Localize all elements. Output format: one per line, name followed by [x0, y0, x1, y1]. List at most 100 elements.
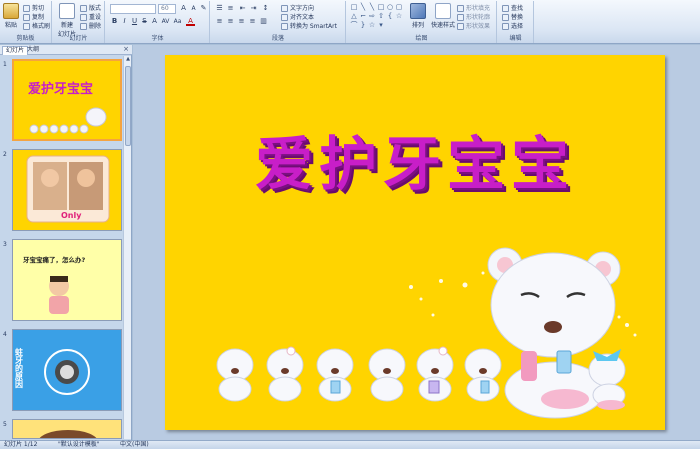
copy-button[interactable]: 复制	[23, 12, 44, 21]
editing-group: 查找 替换 选择 编辑	[498, 1, 534, 43]
more-shapes-icon[interactable]: ▾	[377, 21, 385, 29]
smartart-button[interactable]: 转换为 SmartArt	[281, 21, 337, 30]
change-case-button[interactable]: Aa	[173, 17, 182, 26]
corner-shape-icon[interactable]: ⌐	[359, 12, 367, 20]
bullets-icon[interactable]: ☰	[215, 4, 224, 13]
close-panel-icon[interactable]: ×	[123, 45, 129, 53]
columns-icon[interactable]: ▥	[259, 17, 268, 26]
slide-number: 3	[3, 241, 7, 248]
quick-styles-button[interactable]: 快速样式	[430, 3, 456, 29]
grow-font-button[interactable]: A	[179, 4, 188, 13]
font-name-combo[interactable]	[110, 4, 156, 14]
slide-4-preview: 蛀牙的原因	[15, 347, 90, 395]
slide-number: 1	[3, 61, 7, 68]
font-label: 字体	[151, 35, 164, 42]
brace-shape-icon[interactable]: {	[386, 12, 394, 20]
arrow-shape-icon[interactable]: ⇧	[377, 12, 385, 20]
triangle-shape-icon[interactable]: △	[350, 12, 358, 20]
brush-icon	[23, 23, 30, 30]
slide-thumbnail-4[interactable]: 蛀牙的原因	[12, 329, 122, 411]
slide-thumbnail-3[interactable]: 牙宝宝痛了，怎么办?	[12, 239, 122, 321]
clipboard-group: 粘贴 剪切 复制 格式刷 剪贴板	[0, 1, 52, 43]
paste-button[interactable]: 粘贴	[2, 3, 20, 29]
panel-scrollbar[interactable]: ▲	[123, 56, 131, 439]
arrange-button[interactable]: 排列	[408, 3, 428, 29]
shape-fill-button[interactable]: 形状填充	[457, 3, 490, 12]
rectangle-shape-icon[interactable]: □	[350, 3, 358, 11]
svg-text:Only: Only	[61, 211, 82, 220]
reset-button[interactable]: 重设	[80, 12, 101, 21]
curve-shape-icon[interactable]: ⌒	[350, 21, 358, 29]
scissors-icon	[23, 5, 30, 12]
justify-icon[interactable]: ≡	[248, 17, 257, 26]
shape-effects-button[interactable]: 形状效果	[457, 21, 490, 30]
shadow-button[interactable]: A	[150, 17, 159, 26]
slide-number: 5	[3, 421, 7, 428]
layout-button[interactable]: 版式	[80, 3, 101, 12]
thumb-title: 爱护牙宝宝	[28, 81, 93, 97]
strikethrough-button[interactable]: S	[140, 17, 149, 26]
underline-button[interactable]: U	[130, 17, 139, 26]
slide-thumbnail-2[interactable]: Only	[12, 149, 122, 231]
line-spacing-icon[interactable]: ↕	[261, 4, 270, 13]
numbering-icon[interactable]: ≡	[226, 4, 235, 13]
find-button[interactable]: 查找	[502, 3, 523, 12]
tab-outline[interactable]: 大纲	[24, 46, 42, 55]
slides-group: 新建 幻灯片 版式 重设 删除 幻灯片	[53, 1, 105, 43]
align-left-icon[interactable]: ≡	[215, 17, 224, 26]
current-slide[interactable]: 爱护牙宝宝	[165, 55, 665, 430]
shape-outline-button[interactable]: 形状轮廓	[457, 12, 490, 21]
increase-indent-icon[interactable]: ⇥	[249, 4, 258, 13]
align-text-icon	[281, 14, 288, 21]
align-center-icon[interactable]: ≡	[226, 17, 235, 26]
status-bar: 幻灯片 1/12 "默认设计模板" 中文(中国)	[0, 440, 700, 449]
italic-button[interactable]: I	[120, 17, 129, 26]
text-direction-button[interactable]: 文字方向	[281, 3, 314, 12]
bold-button[interactable]: B	[110, 17, 119, 26]
star-shape-icon[interactable]: ☆	[395, 12, 403, 20]
teeth-characters	[216, 346, 502, 402]
effects-icon	[457, 23, 464, 30]
oval-shape-icon[interactable]: ○	[386, 3, 394, 11]
right-arrow-shape-icon[interactable]: ⇨	[368, 12, 376, 20]
slide-thumbnail-5[interactable]	[12, 419, 122, 439]
rect-shape-icon[interactable]: □	[377, 3, 385, 11]
star-shape-icon[interactable]: ☆	[368, 21, 376, 29]
clear-format-icon[interactable]: ✎	[199, 4, 208, 13]
font-size-combo[interactable]: 60	[158, 4, 176, 14]
teeth-figures	[29, 124, 89, 134]
select-button[interactable]: 选择	[502, 21, 523, 30]
cursor-icon	[502, 23, 509, 30]
cut-button[interactable]: 剪切	[23, 3, 44, 12]
align-right-icon[interactable]: ≡	[237, 17, 246, 26]
decrease-indent-icon[interactable]: ⇤	[238, 4, 247, 13]
new-slide-icon	[59, 3, 75, 19]
line-shape-icon[interactable]: ╲	[359, 3, 367, 11]
slides-label: 幻灯片	[69, 35, 88, 42]
slide-5-preview	[39, 430, 97, 438]
format-painter-button[interactable]: 格式刷	[23, 21, 50, 30]
ribbon: 粘贴 剪切 复制 格式刷 剪贴板 新建 幻灯片 版式 重设 删除 幻灯片 60 …	[0, 0, 700, 44]
shrink-font-button[interactable]: A	[189, 4, 198, 13]
scroll-thumb[interactable]	[125, 66, 131, 146]
brace-shape-icon[interactable]: }	[359, 21, 367, 29]
reset-icon	[80, 14, 87, 21]
align-text-button[interactable]: 对齐文本	[281, 12, 314, 21]
paragraph-label: 段落	[271, 35, 284, 42]
replace-icon	[502, 14, 509, 21]
editing-label: 编辑	[509, 35, 522, 42]
spacing-button[interactable]: AV	[161, 17, 170, 26]
slide-1-preview: 爱护牙宝宝	[28, 81, 107, 134]
paragraph-group: ☰ ≡ ⇤ ⇥ ↕ ≡ ≡ ≡ ≡ ▥ 文字方向 对齐文本 转换为 SmartA…	[211, 1, 346, 43]
slide-thumbnail-1[interactable]: 爱护牙宝宝	[12, 59, 122, 141]
scroll-up-icon[interactable]: ▲	[124, 56, 132, 64]
binoculars-icon	[502, 5, 509, 12]
pen-icon	[457, 14, 464, 21]
delete-slide-button[interactable]: 删除	[80, 21, 101, 30]
language-indicator[interactable]: 中文(中国)	[120, 441, 149, 449]
line-shape-icon[interactable]: ╲	[368, 3, 376, 11]
rounded-rect-shape-icon[interactable]: ▢	[395, 3, 403, 11]
font-color-button[interactable]: A	[186, 17, 195, 26]
replace-button[interactable]: 替换	[502, 12, 523, 21]
slide-number: 2	[3, 151, 7, 158]
